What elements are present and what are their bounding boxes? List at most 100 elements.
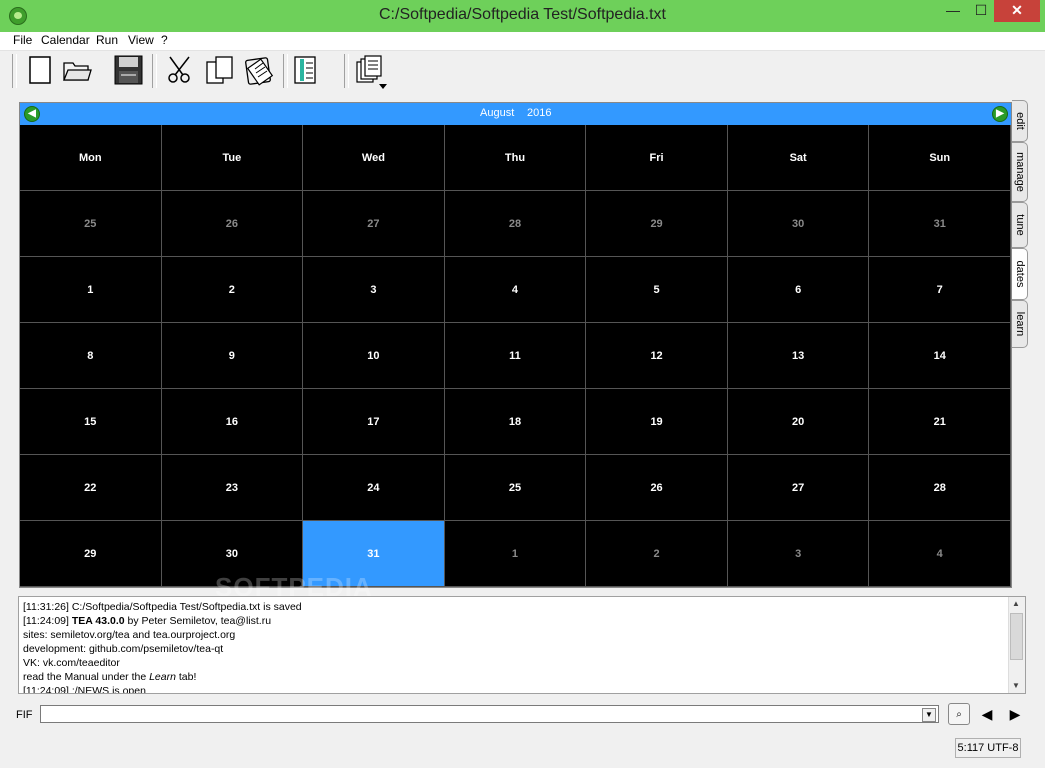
weekday-header: Wed	[303, 125, 445, 191]
weekday-header: Mon	[20, 125, 162, 191]
fif-dropdown-icon[interactable]: ▼	[922, 708, 936, 722]
find-next-icon[interactable]: ▶	[1004, 703, 1026, 725]
log-line: development: github.com/psemiletov/tea-q…	[23, 643, 224, 655]
calendar-day-cell[interactable]: 28	[869, 455, 1011, 521]
calendar-day-cell[interactable]: 29	[586, 191, 728, 257]
calendar-grid: Mon Tue Wed Thu Fri Sat Sun 25 26 27 28 29 30 31 1 2 3 4 5…	[20, 125, 1011, 587]
calendar-day-cell[interactable]: 26	[586, 455, 728, 521]
calendar-day-cell[interactable]: 25	[444, 455, 587, 521]
scrollbar-thumb[interactable]	[1010, 613, 1023, 660]
log-scrollbar[interactable]: ▲ ▼	[1008, 597, 1025, 693]
calendar-day-cell[interactable]: 18	[444, 389, 587, 455]
calendar-day-cell[interactable]: 27	[303, 191, 445, 257]
menu-view[interactable]: View	[128, 33, 154, 47]
calendar-day-cell[interactable]: 24	[303, 455, 445, 521]
menu-calendar[interactable]: Calendar	[41, 33, 90, 47]
calendar-day-cell[interactable]: 17	[303, 389, 445, 455]
previous-month-icon[interactable]: ◀	[24, 106, 40, 122]
calendar-day-cell[interactable]: 20	[727, 389, 870, 455]
calendar-day-cell[interactable]: 16	[161, 389, 304, 455]
calendar-day-cell[interactable]: 25	[20, 191, 162, 257]
calendar-day-cell[interactable]: 29	[20, 521, 162, 587]
scroll-down-icon[interactable]: ▼	[1012, 681, 1020, 690]
calendar-day-cell[interactable]: 27	[727, 455, 870, 521]
weekday-header: Fri	[586, 125, 728, 191]
calendar-day-cell[interactable]: 22	[20, 455, 162, 521]
new-file-icon[interactable]	[25, 54, 55, 86]
calendar-day-cell[interactable]: 12	[586, 323, 728, 389]
tab-tune[interactable]: tune	[1012, 202, 1028, 248]
calendar-day-cell[interactable]: 21	[869, 389, 1011, 455]
side-tab-bar: edit manage tune dates learn	[1012, 100, 1028, 360]
documents-dropdown-icon[interactable]	[379, 84, 387, 89]
calendar-day-cell[interactable]: 5	[586, 257, 728, 323]
log-line: [11:24:09] TEA 43.0.0 by Peter Semiletov…	[23, 615, 272, 627]
menu-run[interactable]: Run	[96, 33, 118, 47]
tab-learn[interactable]: learn	[1012, 300, 1028, 348]
tab-manage[interactable]: manage	[1012, 142, 1028, 202]
log-line: sites: semiletov.org/tea and tea.ourproj…	[23, 629, 236, 641]
save-icon[interactable]	[113, 54, 143, 86]
calendar-day-cell[interactable]: 7	[869, 257, 1011, 323]
menu-bar: File Calendar Run View ?	[0, 32, 1045, 51]
fif-label: FIF	[16, 709, 33, 721]
calendar-day-cell[interactable]: 28	[444, 191, 587, 257]
calendar-day-cell[interactable]: 23	[161, 455, 304, 521]
toolbar-grip[interactable]	[344, 54, 349, 88]
calendar-day-cell[interactable]: 1	[20, 257, 162, 323]
toolbar	[0, 51, 1045, 122]
weekday-header: Thu	[444, 125, 587, 191]
tab-edit[interactable]: edit	[1012, 100, 1028, 142]
calendar-day-cell[interactable]: 3	[303, 257, 445, 323]
copy-icon[interactable]	[205, 54, 235, 86]
calendar-day-cell[interactable]: 2	[161, 257, 304, 323]
calendar-day-cell[interactable]: 14	[869, 323, 1011, 389]
calendar-day-cell[interactable]: 31	[869, 191, 1011, 257]
calendar-day-cell[interactable]: 13	[727, 323, 870, 389]
menu-file[interactable]: File	[13, 33, 32, 47]
log-line: read the Manual under the Learn tab!	[23, 671, 197, 683]
toolbar-grip[interactable]	[12, 54, 17, 88]
tab-dates[interactable]: dates	[1012, 248, 1028, 300]
year-selector[interactable]: 2016	[527, 107, 551, 119]
open-folder-icon[interactable]	[62, 54, 92, 86]
minimize-button[interactable]: —	[938, 0, 968, 22]
calendar-day-cell[interactable]: 30	[727, 191, 870, 257]
calendar-day-cell[interactable]: 15	[20, 389, 162, 455]
find-previous-icon[interactable]: ◀	[976, 703, 998, 725]
calendar-day-cell[interactable]: 2	[586, 521, 728, 587]
calendar-day-cell[interactable]: 9	[161, 323, 304, 389]
maximize-button[interactable]: ☐	[966, 0, 996, 22]
calendar-day-cell[interactable]: 8	[20, 323, 162, 389]
menu-help[interactable]: ?	[161, 33, 168, 47]
calendar-day-cell[interactable]: 19	[586, 389, 728, 455]
toolbar-grip[interactable]	[283, 54, 288, 88]
calendar-day-cell[interactable]: 11	[444, 323, 587, 389]
calendar-day-cell[interactable]: 3	[727, 521, 870, 587]
cut-icon[interactable]	[165, 54, 195, 86]
functions-icon[interactable]	[292, 54, 322, 86]
log-area[interactable]: [11:31:26] C:/Softpedia/Softpedia Test/S…	[18, 596, 1026, 694]
find-options-icon[interactable]: ⌕	[948, 703, 970, 725]
weekday-header: Sun	[869, 125, 1011, 191]
calendar-day-cell[interactable]: 6	[727, 257, 870, 323]
fif-input[interactable]: ▼	[40, 705, 939, 723]
paste-icon[interactable]	[244, 54, 274, 86]
toolbar-grip[interactable]	[152, 54, 157, 88]
log-line: VK: vk.com/teaeditor	[23, 657, 120, 669]
calendar: ◀ August 2016 ▶ Mon Tue Wed Thu Fri Sat Sun 25 2…	[19, 102, 1012, 588]
title-bar: C:/Softpedia/Softpedia Test/Softpedia.tx…	[0, 0, 1045, 32]
next-month-icon[interactable]: ▶	[992, 106, 1008, 122]
documents-icon[interactable]	[355, 54, 385, 86]
status-position-encoding: 5:117 UTF-8	[955, 738, 1021, 758]
month-selector[interactable]: August	[480, 107, 514, 119]
scroll-up-icon[interactable]: ▲	[1012, 599, 1020, 608]
calendar-day-cell[interactable]: 10	[303, 323, 445, 389]
calendar-navigation-bar: ◀ August 2016 ▶	[20, 103, 1011, 125]
close-button[interactable]: ✕	[994, 0, 1040, 22]
calendar-day-cell[interactable]: 1	[444, 521, 587, 587]
calendar-day-cell[interactable]: 4	[869, 521, 1011, 587]
weekday-header: Tue	[161, 125, 304, 191]
calendar-day-cell[interactable]: 26	[161, 191, 304, 257]
calendar-day-cell[interactable]: 4	[444, 257, 587, 323]
